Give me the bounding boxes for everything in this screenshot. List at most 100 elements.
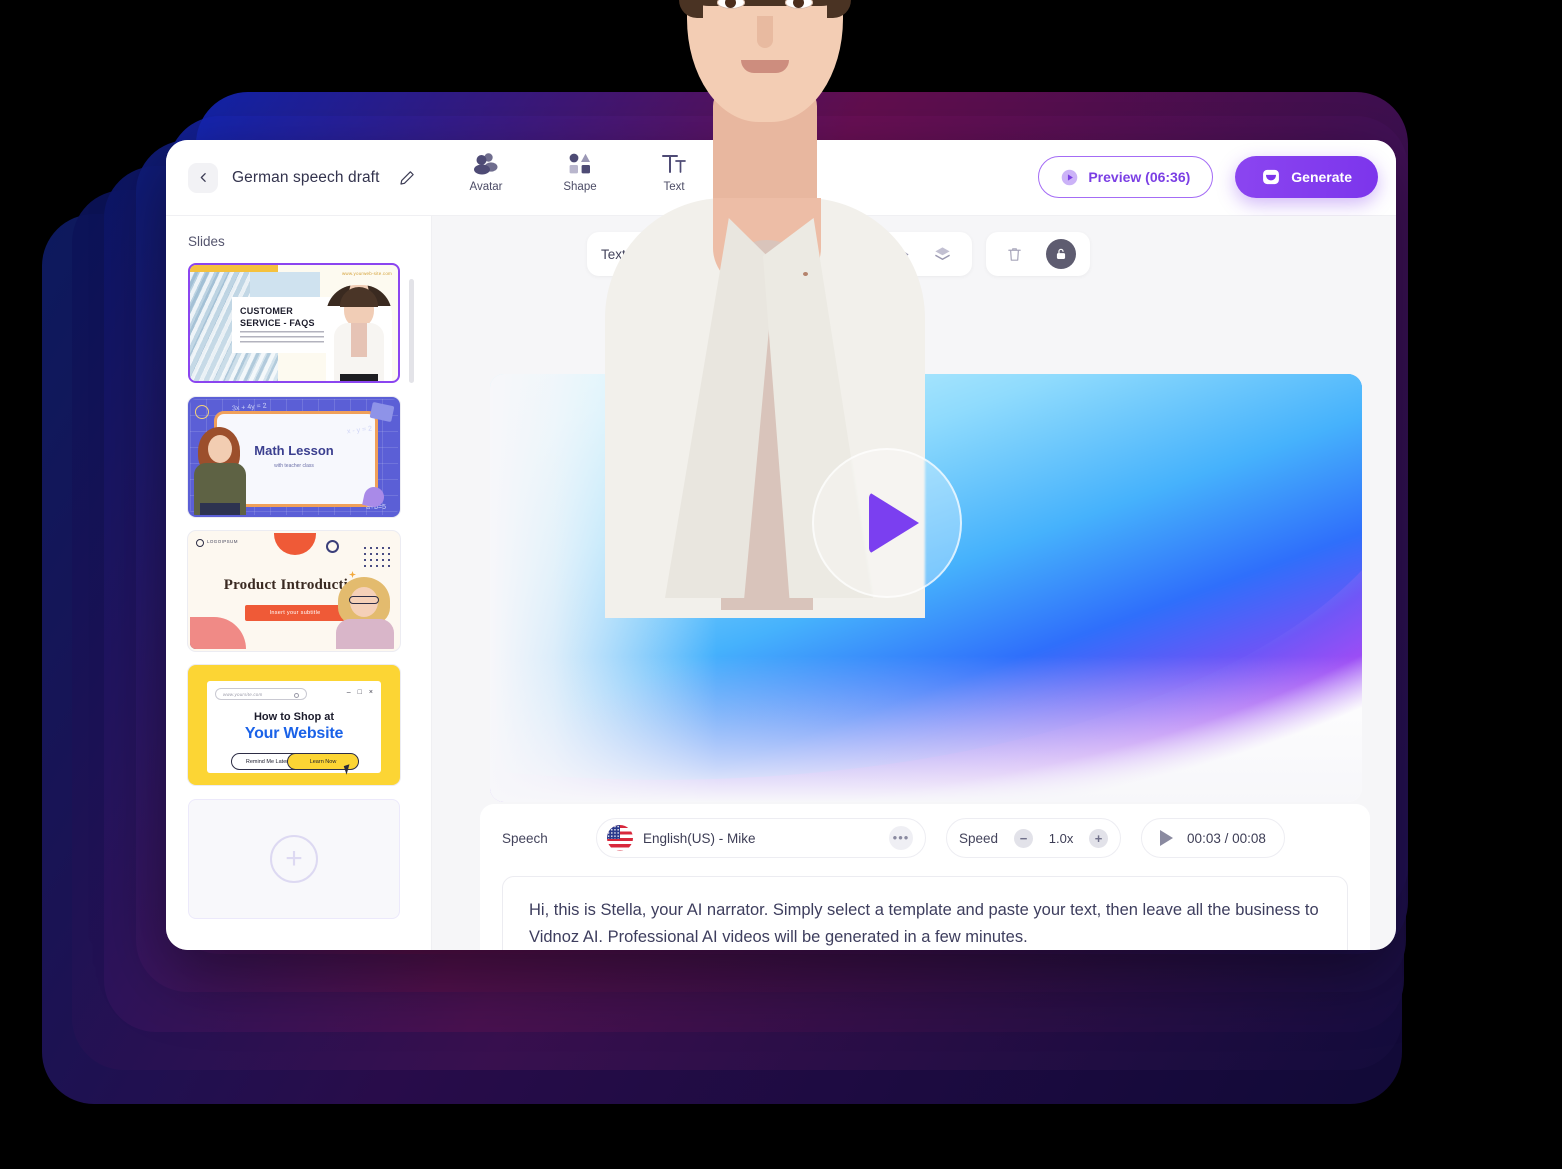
layers-button[interactable] <box>928 239 958 269</box>
avatar-eye-right <box>785 0 813 9</box>
position-button[interactable] <box>886 239 916 269</box>
speed-decrease-button[interactable]: − <box>1014 828 1034 848</box>
slide2-person-jeans <box>200 503 240 515</box>
text-icon <box>662 155 686 173</box>
font-size-increase-button[interactable]: + <box>752 244 772 264</box>
plus-icon: + <box>270 835 318 883</box>
slide3-person-body <box>336 619 394 649</box>
text-color-button[interactable] <box>790 240 819 268</box>
speed-increase-label: + <box>1094 830 1103 846</box>
slide-thumbnail-3[interactable]: LOGOIPSUM Product Introduction Insert yo… <box>188 531 400 651</box>
speech-controls-row: Speech English(US) - Mike ••• Speed − 1.… <box>502 818 1348 858</box>
slide3-cta-label: Insert your subtitle <box>269 610 321 616</box>
speech-label: Speech <box>502 830 548 846</box>
avatar-pupil-right <box>793 0 804 8</box>
tool-text-label: Text <box>663 181 685 193</box>
speed-stepper: − 1.0x + <box>1014 823 1109 853</box>
slide3-person-glasses <box>349 596 379 604</box>
slide4-address-text: www.yoursite.com <box>223 692 263 697</box>
slide4-address-bar: www.yoursite.com <box>215 688 307 700</box>
slide3-ring <box>326 540 339 553</box>
divider <box>637 244 639 264</box>
slide1-title: CUSTOMER SERVICE - FAQS <box>240 305 315 329</box>
slide2-bulb-icon <box>195 405 209 419</box>
move-arrows-icon <box>892 246 909 262</box>
avatar-lips <box>741 60 789 73</box>
tool-avatar[interactable]: Avatar <box>458 152 514 193</box>
edit-title-button[interactable] <box>398 169 416 187</box>
slides-panel-title: Slides <box>188 234 225 249</box>
font-size-increase-label: + <box>758 246 767 262</box>
preview-button-label: Preview (06:36) <box>1088 169 1191 185</box>
chevron-left-icon <box>200 173 206 182</box>
us-flag-icon <box>607 825 633 851</box>
avatar-hair <box>679 0 851 6</box>
play-overlay-button[interactable] <box>812 448 962 598</box>
avatar-pupil-left <box>725 0 736 8</box>
editor-main: Text − 24 + Speech English(US) - Mike ••… <box>432 216 1396 950</box>
preview-button[interactable]: Preview (06:36) <box>1038 156 1214 198</box>
slide4-close: × <box>368 689 373 696</box>
object-toolbar: Text − 24 + <box>587 232 1090 276</box>
font-size-decrease-label: − <box>703 246 712 262</box>
slide3-half-circle <box>274 533 316 555</box>
header-actions: Preview (06:36) Generate <box>1038 156 1378 198</box>
slides-sidebar: Slides CUSTOMER SERVICE - FAQS www.yourw… <box>166 216 432 950</box>
slide4-maximize: □ <box>357 689 362 696</box>
speed-decrease-label: − <box>1019 830 1028 846</box>
app-header: German speech draft Avatar Shape Text Ma… <box>166 140 1396 216</box>
slide4-title-line1: How to Shop at <box>253 711 335 723</box>
vidnoz-logo-icon <box>1263 169 1280 185</box>
slide3-logo-text: LOGOIPSUM <box>207 539 238 544</box>
add-slide-button[interactable]: + <box>188 799 400 919</box>
slide4-browser-window: www.yoursite.com – □ × How to Shop at Yo… <box>207 681 381 775</box>
app-body: Slides CUSTOMER SERVICE - FAQS www.yourw… <box>166 216 1396 950</box>
slides-list: CUSTOMER SERVICE - FAQS www.yourweb-site… <box>188 263 432 919</box>
script-textarea[interactable]: Hi, this is Stella, your AI narrator. Si… <box>502 876 1348 950</box>
font-size-value[interactable]: 24 <box>726 247 744 262</box>
slide3-person <box>334 577 396 649</box>
back-button[interactable] <box>188 162 218 193</box>
tool-text[interactable]: Text <box>646 152 702 193</box>
slide3-blob <box>190 609 250 649</box>
voice-more-button[interactable]: ••• <box>889 826 913 850</box>
generate-button[interactable]: Generate <box>1235 156 1378 198</box>
slide2-person <box>192 423 248 515</box>
canvas-fade-bottom <box>490 656 1362 802</box>
slides-scrollbar-thumb[interactable] <box>409 279 414 383</box>
trash-icon <box>1008 247 1022 261</box>
avatar-hair-left <box>679 0 703 18</box>
text-style-button[interactable] <box>650 240 679 268</box>
generate-button-label: Generate <box>1291 169 1352 185</box>
slide2-person-face <box>208 435 232 463</box>
align-button[interactable] <box>844 239 874 269</box>
avatar-nose <box>757 16 773 48</box>
audio-player[interactable]: 00:03 / 00:08 <box>1141 818 1285 858</box>
video-canvas[interactable] <box>490 374 1362 802</box>
play-circle-icon <box>1062 169 1078 185</box>
font-size-decrease-button[interactable]: − <box>697 244 717 264</box>
speech-panel: Speech English(US) - Mike ••• Speed − 1.… <box>480 804 1370 950</box>
slide-thumbnail-1[interactable]: CUSTOMER SERVICE - FAQS www.yourweb-site… <box>188 263 400 383</box>
slide-thumbnail-2[interactable]: 3x + 4y = 2 x - y = 2 a+b=5 Math Lesson … <box>188 397 400 517</box>
slide4-window-controls: – □ × <box>347 689 373 696</box>
layers-icon <box>935 246 951 260</box>
tool-shape[interactable]: Shape <box>552 152 608 193</box>
lock-button[interactable] <box>1045 239 1076 269</box>
delete-button[interactable] <box>1000 239 1030 269</box>
slide-thumbnail-4[interactable]: www.yoursite.com – □ × How to Shop at Yo… <box>188 665 400 785</box>
slide1-person <box>326 285 392 381</box>
speed-increase-button[interactable]: + <box>1089 828 1109 848</box>
slide3-cta: Insert your subtitle <box>245 605 345 621</box>
slide3-dot-grid <box>362 545 392 571</box>
avatar-icon <box>474 153 498 175</box>
speed-label: Speed <box>959 830 999 846</box>
avatar-eye-left <box>717 0 745 9</box>
tool-material[interactable]: Material <box>740 152 796 193</box>
voice-selector[interactable]: English(US) - Mike ••• <box>596 818 926 858</box>
material-image-icon <box>757 154 780 174</box>
avatar-head <box>687 0 843 122</box>
divider-2 <box>830 244 832 264</box>
align-left-icon <box>851 248 866 262</box>
play-triangle-icon[interactable] <box>1160 830 1174 846</box>
